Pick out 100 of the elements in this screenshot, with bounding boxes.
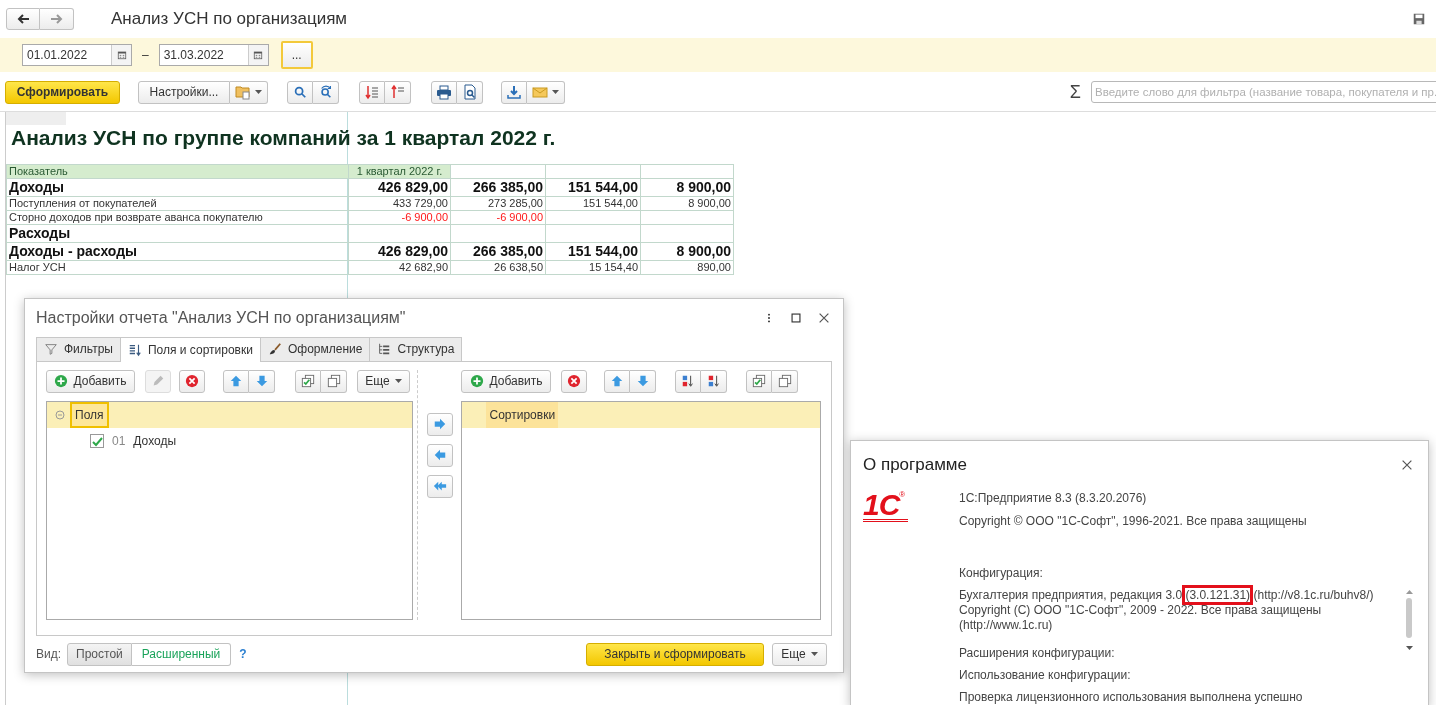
more-menu-button[interactable]: Еще [357, 369, 410, 393]
caret-icon [552, 90, 559, 94]
window-title: Анализ УСН по организациям [111, 9, 348, 29]
move-right-button[interactable] [426, 412, 453, 436]
settings-button[interactable]: Настройки... [138, 80, 230, 104]
table-cell: 273 285,00 [487, 197, 543, 209]
move-up-button[interactable] [223, 369, 249, 393]
folder-icon [235, 84, 251, 100]
uncheck-all-icon [326, 374, 341, 389]
table-cell: 266 385,00 [472, 243, 543, 259]
view-option[interactable]: Простой [67, 642, 132, 666]
field-name: Доходы [133, 433, 177, 448]
configuration-name: Бухгалтерия предприятия, редакция 3.0 (3.0.121.31) (http://v8.1c.ru/buhv8/) [959, 588, 1396, 603]
table-cell: Расходы [9, 225, 71, 241]
collapse-button[interactable] [55, 409, 65, 420]
save-file-button[interactable] [501, 80, 527, 104]
list-header[interactable]: Поля [70, 401, 109, 428]
copyright-text: Copyright © ООО "1С-Софт", 1996-2021. Все права защищены [959, 514, 1308, 529]
sort-descending-button[interactable] [359, 80, 385, 104]
platform-version: 1С:Предприятие 8.3 (8.3.20.2076) [959, 491, 1148, 506]
check-all-button[interactable] [295, 369, 321, 393]
uncheck-all-button[interactable] [772, 369, 799, 393]
scroll-up-icon[interactable] [1405, 590, 1413, 594]
checkbox[interactable] [90, 433, 104, 448]
table-cell: -6 900,00 [496, 211, 543, 223]
section-label: Конфигурация: [959, 566, 1044, 581]
close-and-generate-button[interactable]: Закрыть и сформировать [586, 642, 764, 666]
site-link[interactable]: (http://www.1c.ru) [959, 618, 1396, 633]
table-cell: Сторно доходов при возврате аванса покупателю [9, 211, 263, 223]
collapse-icon [55, 409, 65, 420]
table-cell: 42 682,90 [399, 261, 448, 273]
sort-ascending-button[interactable] [385, 80, 411, 104]
report-variant-button[interactable] [230, 80, 268, 104]
maximize-button[interactable] [789, 310, 803, 325]
table-cell: 433 729,00 [392, 197, 448, 209]
license-status: Проверка лицензионного использования выполнена успешно [959, 690, 1304, 705]
down-arrow-icon [254, 374, 269, 389]
tab[interactable]: Оформление [259, 336, 371, 361]
delete-button[interactable] [561, 369, 588, 393]
back-button[interactable] [6, 8, 40, 30]
table-cell: 8 900,00 [676, 179, 731, 195]
help-link[interactable]: ? [239, 647, 247, 662]
tab[interactable]: Фильтры [36, 336, 121, 361]
generate-button[interactable]: Сформировать [5, 80, 120, 104]
date-field[interactable]: 31.03.2022 [158, 44, 269, 66]
sort-descending-button[interactable] [701, 369, 728, 393]
uncheck-all-button[interactable] [321, 369, 347, 393]
table-cell: 26 638,50 [494, 261, 543, 273]
check-all-icon [752, 374, 767, 389]
report-title: Анализ УСН по группе компаний за 1 квартал 2022 г. [10, 125, 557, 151]
table-cell: 426 829,00 [377, 243, 448, 259]
period-button[interactable]: ... [280, 41, 313, 69]
table-cell: 151 544,00 [567, 243, 638, 259]
filter-field[interactable]: Введите слово для фильтра (название товара, покупателя и пр. [1091, 81, 1436, 103]
table-cell: 426 829,00 [377, 179, 448, 195]
up-arrow-icon [229, 374, 243, 389]
search-button[interactable] [287, 80, 313, 104]
move-left-button[interactable] [426, 443, 453, 467]
move-down-button[interactable] [630, 369, 657, 393]
search-next-button[interactable] [313, 80, 339, 104]
caret-icon [394, 379, 402, 384]
tab[interactable]: Поля и сортировки [119, 336, 261, 362]
calendar-button[interactable] [111, 45, 131, 65]
add-button[interactable]: Добавить [46, 369, 135, 393]
magnifier-arrow-icon [318, 85, 333, 99]
column-header: Показатель [9, 165, 68, 177]
move-down-button[interactable] [249, 369, 275, 393]
more-menu-button[interactable]: Еще [772, 642, 827, 666]
dialog-title: О программе [863, 455, 967, 475]
sort-ascending-button[interactable] [675, 369, 702, 393]
print-button[interactable] [431, 80, 457, 104]
copyright-text: Copyright (C) ООО "1С-Софт", 2009 - 2022. Все права защищены [959, 603, 1323, 618]
move-all-left-button[interactable] [426, 474, 453, 498]
sum-button[interactable]: Σ [1069, 81, 1081, 103]
table-cell: Налог УСН [9, 261, 66, 273]
table-cell: 151 544,00 [582, 197, 638, 209]
list-header[interactable]: Сортировки [486, 401, 559, 428]
view-label: Вид: [36, 647, 62, 662]
table-cell: 151 544,00 [567, 179, 638, 195]
tab[interactable]: Структура [369, 336, 463, 361]
printer-icon [436, 84, 452, 100]
descending-list-icon [364, 84, 380, 100]
maximize-icon [789, 310, 803, 325]
up-arrow-icon [610, 374, 625, 389]
print-preview-button[interactable] [457, 80, 483, 104]
envelope-icon [532, 84, 548, 100]
delete-button[interactable] [179, 369, 205, 393]
calendar-button[interactable] [247, 45, 268, 65]
add-button[interactable]: Добавить [461, 369, 552, 393]
move-up-button[interactable] [604, 369, 631, 393]
plus-circle-icon [54, 374, 69, 389]
page-magnifier-icon [461, 84, 478, 100]
send-email-button[interactable] [527, 80, 565, 104]
caret-icon [810, 652, 818, 657]
check-all-button[interactable] [746, 369, 773, 393]
date-field[interactable]: 01.01.2022 [22, 44, 132, 66]
sort-ascending-icon [681, 374, 696, 389]
scroll-down-icon[interactable] [1405, 646, 1413, 650]
table-cell: Доходы - расходы [9, 243, 138, 259]
close-button[interactable] [1400, 458, 1414, 472]
